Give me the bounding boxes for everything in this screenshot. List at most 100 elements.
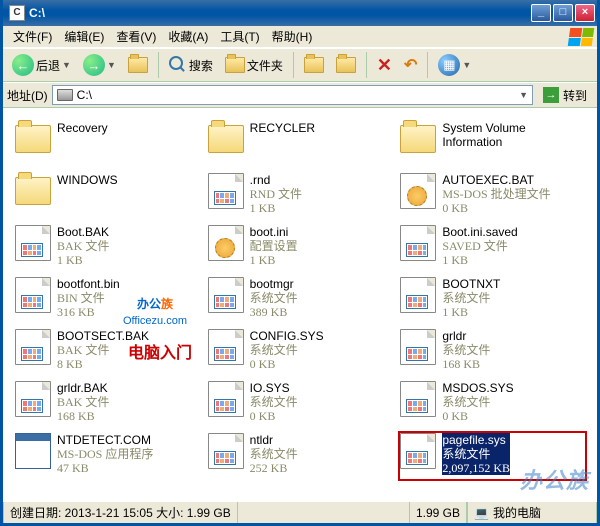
forward-button[interactable]: → ▼	[78, 51, 121, 79]
file-icon	[15, 329, 51, 365]
copyto-icon	[336, 57, 356, 73]
file-label: MSDOS.SYS系统文件0 KB	[442, 381, 513, 423]
file-item[interactable]: boot.ini配置设置1 KB	[206, 223, 395, 273]
address-bar: 地址(D) C:\ ▼ → 转到	[3, 82, 597, 108]
menu-file[interactable]: 文件(F)	[7, 26, 58, 47]
file-icon	[400, 225, 436, 261]
file-label: RECYCLER	[250, 121, 315, 135]
undo-button[interactable]: ↶	[399, 52, 422, 78]
file-icon	[15, 381, 51, 417]
close-button[interactable]: ×	[575, 4, 595, 22]
back-label: 后退	[36, 57, 60, 74]
moveto-icon	[304, 57, 324, 73]
file-label: AUTOEXEC.BATMS-DOS 批处理文件0 KB	[442, 173, 550, 215]
windows-logo-icon	[568, 28, 595, 46]
file-label: BOOTSECT.BAKBAK 文件8 KB	[57, 329, 149, 371]
file-label: BOOTNXT系统文件1 KB	[442, 277, 500, 319]
file-icon	[208, 433, 244, 469]
file-item[interactable]: Recovery	[13, 119, 202, 169]
file-item[interactable]: AUTOEXEC.BATMS-DOS 批处理文件0 KB	[398, 171, 587, 221]
views-button[interactable]: ▦ ▼	[433, 51, 476, 79]
menu-edit[interactable]: 编辑(E)	[58, 26, 110, 47]
file-label: grldr.BAKBAK 文件168 KB	[57, 381, 109, 423]
copyto-button[interactable]	[331, 54, 361, 76]
address-input[interactable]: C:\ ▼	[52, 85, 533, 105]
back-button[interactable]: ← 后退 ▼	[7, 51, 76, 79]
search-icon	[169, 56, 187, 74]
search-label: 搜索	[189, 57, 213, 74]
status-size: 1.99 GB	[409, 502, 467, 523]
undo-icon: ↶	[404, 55, 417, 75]
window-title: C:\	[29, 6, 531, 20]
file-label: boot.ini配置设置1 KB	[250, 225, 298, 267]
file-item[interactable]: System Volume Information	[398, 119, 587, 169]
titlebar[interactable]: C C:\ _ □ ×	[3, 0, 597, 26]
file-pane[interactable]: Recovery RECYCLER System Volume Informatio…	[3, 108, 597, 501]
file-icon	[15, 433, 51, 469]
status-left: 创建日期: 2013-1-21 15:05 大小: 1.99 GB	[3, 502, 238, 523]
moveto-button[interactable]	[299, 54, 329, 76]
file-item[interactable]: BOOTSECT.BAKBAK 文件8 KB	[13, 327, 202, 377]
file-item[interactable]: BOOTNXT系统文件1 KB	[398, 275, 587, 325]
folder-up-icon	[128, 57, 148, 73]
file-label: IO.SYS系统文件0 KB	[250, 381, 298, 423]
file-item[interactable]: MSDOS.SYS系统文件0 KB	[398, 379, 587, 429]
file-label: System Volume Information	[442, 121, 525, 149]
file-item[interactable]: ntldr系统文件252 KB	[206, 431, 395, 481]
file-item[interactable]: bootfont.binBIN 文件316 KB	[13, 275, 202, 325]
explorer-window: C C:\ _ □ × 文件(F) 编辑(E) 查看(V) 收藏(A) 工具(T…	[0, 0, 600, 526]
file-item[interactable]: Boot.BAKBAK 文件1 KB	[13, 223, 202, 273]
file-icon	[208, 329, 244, 365]
chevron-down-icon: ▼	[462, 60, 471, 70]
status-location: 💻我的电脑	[467, 502, 597, 523]
menu-tools[interactable]: 工具(T)	[214, 26, 265, 47]
delete-button[interactable]: ✕	[372, 52, 397, 79]
file-icon	[400, 381, 436, 417]
separator	[427, 52, 428, 78]
folder-icon	[400, 125, 436, 153]
file-item[interactable]: grldr.BAKBAK 文件168 KB	[13, 379, 202, 429]
file-item[interactable]: WINDOWS	[13, 171, 202, 221]
back-arrow-icon: ←	[12, 54, 34, 76]
chevron-down-icon[interactable]: ▼	[519, 90, 528, 100]
file-item[interactable]: Boot.ini.savedSAVED 文件1 KB	[398, 223, 587, 273]
file-icon	[15, 225, 51, 261]
statusbar: 创建日期: 2013-1-21 15:05 大小: 1.99 GB 1.99 G…	[3, 501, 597, 523]
file-label: Boot.BAKBAK 文件1 KB	[57, 225, 109, 267]
folder-icon	[208, 125, 244, 153]
file-icon	[208, 381, 244, 417]
minimize-button[interactable]: _	[531, 4, 551, 22]
file-item[interactable]: IO.SYS系统文件0 KB	[206, 379, 395, 429]
file-label: pagefile.sys系统文件2,097,152 KB	[442, 433, 510, 475]
file-item[interactable]: .rndRND 文件1 KB	[206, 171, 395, 221]
menu-help[interactable]: 帮助(H)	[266, 26, 319, 47]
file-item[interactable]: NTDETECT.COMMS-DOS 应用程序47 KB	[13, 431, 202, 481]
file-label: grldr系统文件168 KB	[442, 329, 490, 371]
views-icon: ▦	[438, 54, 460, 76]
file-item[interactable]: grldr系统文件168 KB	[398, 327, 587, 377]
menubar: 文件(F) 编辑(E) 查看(V) 收藏(A) 工具(T) 帮助(H)	[3, 26, 597, 48]
go-button[interactable]: → 转到	[537, 85, 593, 106]
address-label: 地址(D)	[7, 87, 48, 104]
file-label: NTDETECT.COMMS-DOS 应用程序47 KB	[57, 433, 153, 475]
file-item[interactable]: pagefile.sys系统文件2,097,152 KB	[398, 431, 587, 481]
file-label: bootmgr系统文件389 KB	[250, 277, 298, 319]
menu-favorites[interactable]: 收藏(A)	[162, 26, 214, 47]
search-button[interactable]: 搜索	[164, 53, 218, 77]
file-icon	[15, 277, 51, 313]
separator	[366, 52, 367, 78]
file-item[interactable]: CONFIG.SYS系统文件0 KB	[206, 327, 395, 377]
file-item[interactable]: bootmgr系统文件389 KB	[206, 275, 395, 325]
file-icon	[208, 173, 244, 209]
folders-label: 文件夹	[247, 57, 283, 74]
file-label: ntldr系统文件252 KB	[250, 433, 298, 475]
folders-button[interactable]: 文件夹	[220, 54, 288, 77]
file-icon	[208, 277, 244, 313]
forward-arrow-icon: →	[83, 54, 105, 76]
file-label: CONFIG.SYS系统文件0 KB	[250, 329, 324, 371]
menu-view[interactable]: 查看(V)	[110, 26, 162, 47]
file-icon	[400, 277, 436, 313]
file-item[interactable]: RECYCLER	[206, 119, 395, 169]
up-button[interactable]	[123, 54, 153, 76]
maximize-button[interactable]: □	[553, 4, 573, 22]
